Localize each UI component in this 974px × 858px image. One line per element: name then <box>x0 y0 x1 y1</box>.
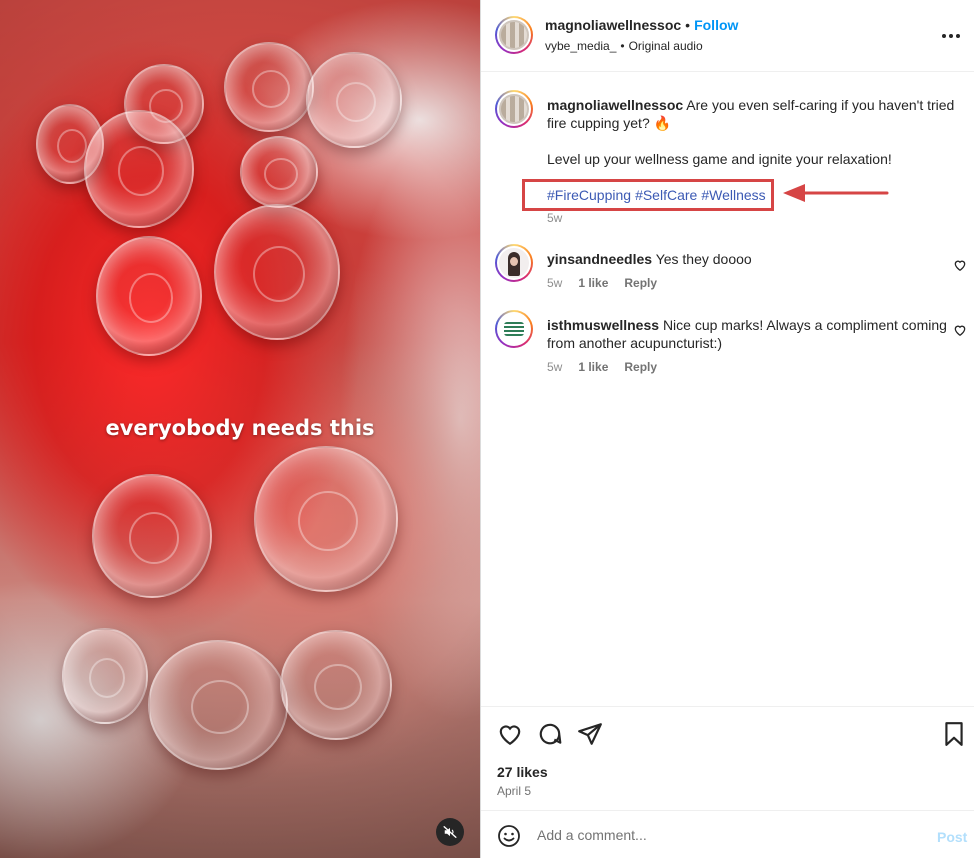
audio-line: vybe_media_ • Original audio <box>545 39 703 53</box>
mute-button[interactable] <box>436 818 464 846</box>
hashtag-firecupping[interactable]: #FireCupping <box>547 187 631 203</box>
more-options-button[interactable] <box>937 22 965 50</box>
comment-input[interactable] <box>537 825 917 845</box>
comment-username[interactable]: isthmuswellness <box>547 317 659 333</box>
comment-meta: 5w 1 like Reply <box>547 360 657 374</box>
avatar-image <box>497 18 531 52</box>
likes-count[interactable]: 27 likes <box>497 764 548 780</box>
comment-time[interactable]: 5w <box>547 276 562 290</box>
comment-body-line2: from another acupuncturist:) <box>547 335 723 351</box>
post-details-panel: magnoliawellnessoc • Follow vybe_media_ • Or… <box>480 0 974 858</box>
post-date: April 5 <box>497 784 532 798</box>
comment-text: yinsandneedles Yes they doooo <box>547 250 955 268</box>
emoji-icon[interactable] <box>497 824 521 848</box>
comment-likes[interactable]: 1 like <box>578 360 608 374</box>
bookmark-icon[interactable] <box>941 721 967 747</box>
avatar-image <box>497 246 531 280</box>
hashtag-selfcare[interactable]: #SelfCare <box>635 187 697 203</box>
comment-meta: 5w 1 like Reply <box>547 276 657 290</box>
audio-user-link[interactable]: vybe_media_ <box>545 39 616 53</box>
comment-time[interactable]: 5w <box>547 360 562 374</box>
caption-line3: Level up your wellness game and ignite y… <box>547 151 892 167</box>
post-header: magnoliawellnessoc • Follow vybe_media_ • Or… <box>481 0 974 72</box>
annotation-arrow-icon <box>783 184 889 202</box>
speaker-muted-icon <box>443 826 457 838</box>
comment-body-line1: Nice cup marks! Always a compliment comi… <box>662 317 947 333</box>
caption: magnoliawellnessoc Are you even self-car… <box>547 96 955 132</box>
video-overlay-text: everyobody needs this <box>105 416 375 440</box>
caption-text-line1: Are you even self-caring if you haven't … <box>686 97 955 113</box>
reply-button[interactable]: Reply <box>624 276 657 290</box>
hashtag-wellness[interactable]: #Wellness <box>701 187 765 203</box>
comment-avatar[interactable] <box>495 244 533 282</box>
original-audio-link[interactable]: Original audio <box>629 39 703 53</box>
heart-icon[interactable] <box>953 258 967 272</box>
separator-dot: • <box>620 39 625 53</box>
comment-composer: Post <box>481 810 974 858</box>
comment-likes[interactable]: 1 like <box>578 276 608 290</box>
caption-time[interactable]: 5w <box>547 211 562 225</box>
share-send-icon[interactable] <box>577 721 603 747</box>
comment-username[interactable]: yinsandneedles <box>547 251 652 267</box>
post-comment-button[interactable]: Post <box>937 829 967 845</box>
comment-bubble-icon[interactable] <box>537 721 563 747</box>
hashtags-highlight-box: #FireCupping #SelfCare #Wellness <box>522 179 774 211</box>
like-heart-icon[interactable] <box>497 721 523 747</box>
separator-dot: • <box>685 17 691 33</box>
caption-username[interactable]: magnoliawellnessoc <box>547 97 683 113</box>
header-username[interactable]: magnoliawellnessoc <box>545 17 681 33</box>
comment-body: Yes they doooo <box>655 251 752 267</box>
post-actions: 27 likes April 5 <box>481 706 974 810</box>
post-dialog: everyobody needs this magnoliawellnessoc… <box>0 0 974 858</box>
header-user-line: magnoliawellnessoc • Follow <box>545 17 738 33</box>
avatar[interactable] <box>495 16 533 54</box>
follow-button[interactable]: Follow <box>694 17 738 33</box>
comment-text: isthmuswellness Nice cup marks! Always a… <box>547 316 955 352</box>
more-options-icon <box>941 34 962 38</box>
caption-text-line2: fire cupping yet? 🔥 <box>547 115 672 131</box>
post-video[interactable]: everyobody needs this <box>0 0 480 858</box>
reply-button[interactable]: Reply <box>624 360 657 374</box>
caption-avatar[interactable] <box>495 90 533 128</box>
heart-icon[interactable] <box>953 323 967 337</box>
avatar-image <box>497 92 531 126</box>
comment-avatar[interactable] <box>495 310 533 348</box>
avatar-image <box>497 312 531 346</box>
